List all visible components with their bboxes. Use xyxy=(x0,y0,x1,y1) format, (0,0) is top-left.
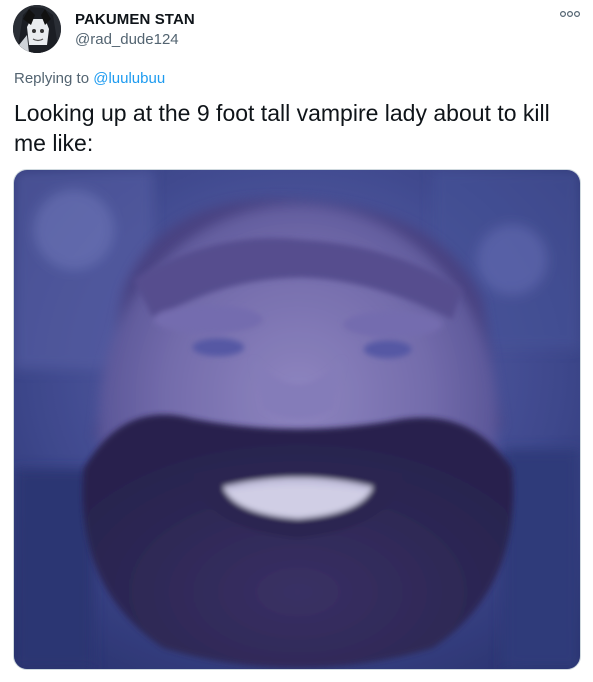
author-display-name[interactable]: PAKUMEN STAN xyxy=(75,11,195,28)
more-options-icon xyxy=(559,10,581,18)
author-avatar[interactable] xyxy=(13,5,61,53)
more-options-button[interactable] xyxy=(556,4,584,24)
replying-to: Replying to @luulubuu xyxy=(14,70,165,87)
author-handle[interactable]: @rad_dude124 xyxy=(75,31,179,48)
tweet-media-photo[interactable] xyxy=(13,169,581,670)
tweet-text: Looking up at the 9 foot tall vampire la… xyxy=(14,100,557,156)
replying-to-label: Replying to xyxy=(14,70,94,87)
anime-avatar-icon xyxy=(13,5,61,53)
photo-man-looking-up-icon xyxy=(14,170,580,669)
tweet: PAKUMEN STAN @rad_dude124 Replying to @l… xyxy=(0,0,593,682)
reply-target-link[interactable]: @luulubuu xyxy=(93,70,165,87)
